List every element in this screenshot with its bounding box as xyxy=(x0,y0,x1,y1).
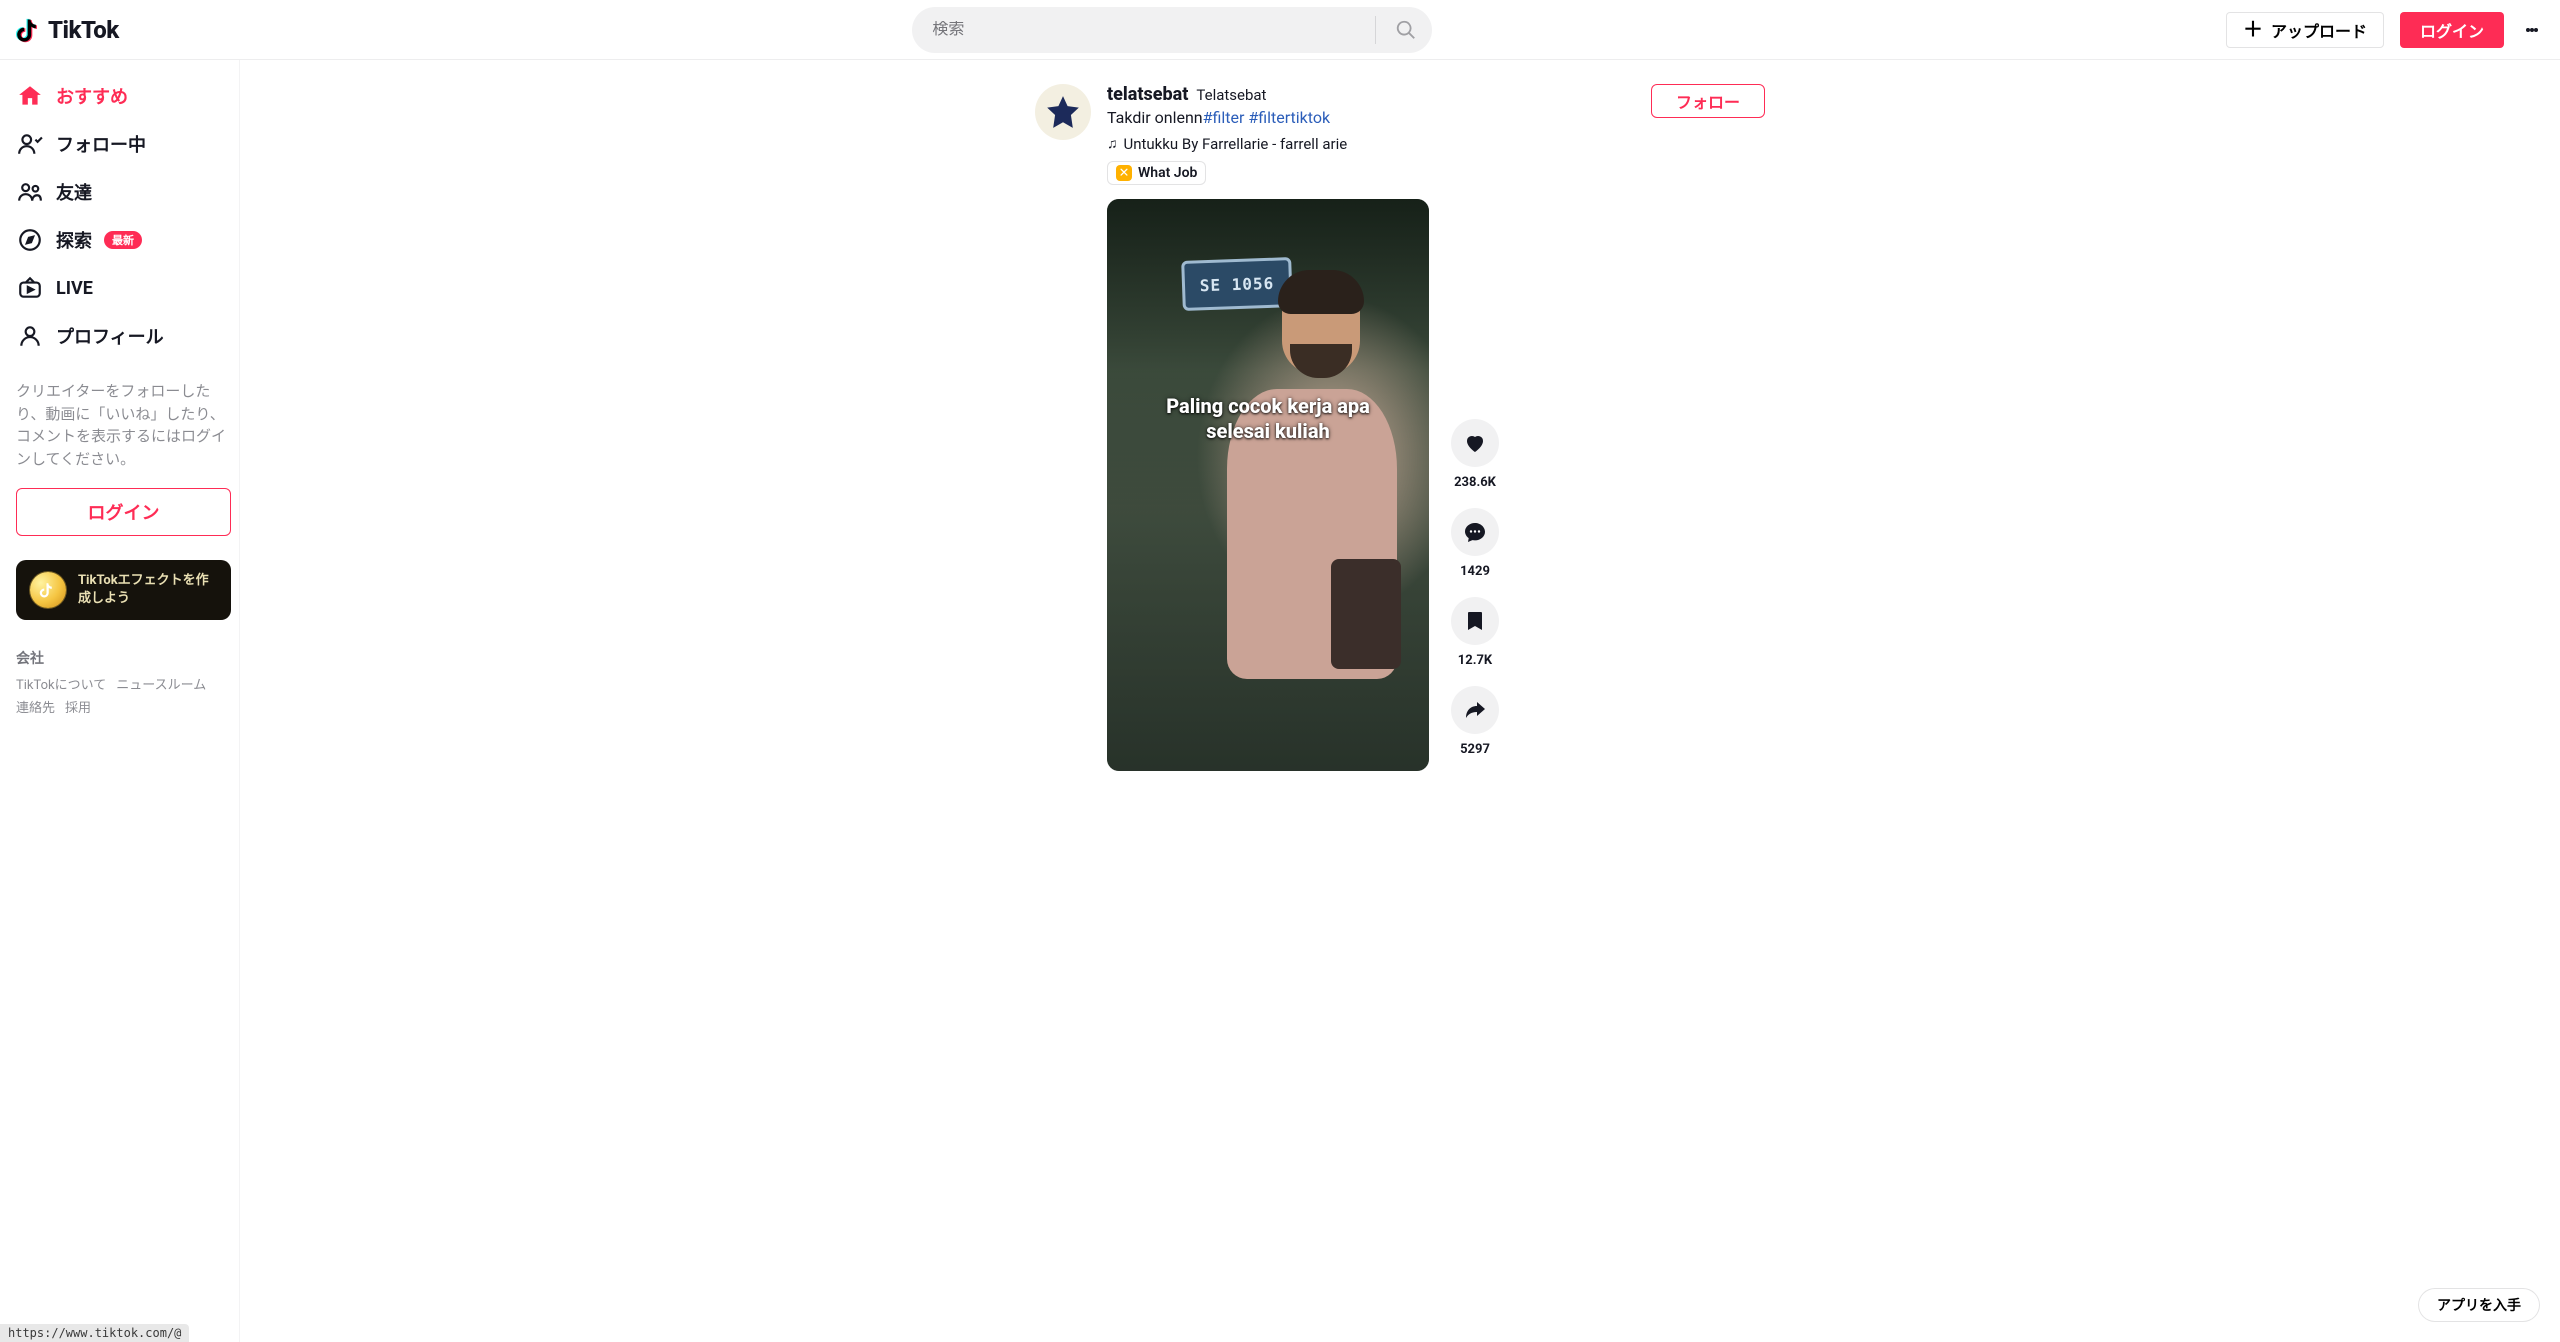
hashtag-link[interactable]: #filtertiktok xyxy=(1248,108,1330,127)
username[interactable]: telatsebat xyxy=(1107,84,1188,105)
compass-icon xyxy=(16,226,44,254)
video-overlay-text: Paling cocok kerja apa selesai kuliah xyxy=(1107,394,1429,444)
main-feed: telatsebat Telatsebat Takdir onlenn#filt… xyxy=(240,60,2560,811)
sidebar-item-following[interactable]: フォロー中 xyxy=(8,120,239,168)
sidebar-footer: 会社 TikTokについて ニュースルーム 連絡先 採用 xyxy=(16,648,231,716)
comment-count: 1429 xyxy=(1460,564,1490,579)
effect-house-icon xyxy=(30,572,66,608)
like-button[interactable] xyxy=(1451,419,1499,467)
browser-status-url: https://www.tiktok.com/@ xyxy=(0,1324,189,1342)
live-icon xyxy=(16,274,44,302)
share-count: 5297 xyxy=(1460,742,1490,757)
footer-link[interactable]: 採用 xyxy=(65,697,91,716)
share-button[interactable] xyxy=(1451,686,1499,734)
sidebar-item-label: LIVE xyxy=(56,278,93,299)
footer-link[interactable]: 連絡先 xyxy=(16,697,55,716)
person-head xyxy=(1282,274,1360,374)
star-icon xyxy=(1044,93,1082,131)
avatar[interactable] xyxy=(1035,84,1091,140)
sidebar-login-hint: クリエイターをフォローしたり、動画に「いいね」したり、コメントを表示するにはログ… xyxy=(16,380,231,470)
video-player[interactable]: SE 1056 Paling cocok kerja apa selesai k… xyxy=(1107,199,1429,771)
sidebar-item-label: プロフィール xyxy=(56,323,164,349)
footer-link[interactable]: ニュースルーム xyxy=(116,674,206,693)
sidebar-item-profile[interactable]: プロフィール xyxy=(8,312,239,360)
sidebar-item-label: 探索 xyxy=(56,227,92,253)
follow-button[interactable]: フォロー xyxy=(1651,84,1765,118)
sidebar-item-label: 友達 xyxy=(56,179,92,205)
login-button-header[interactable]: ログイン xyxy=(2400,12,2504,48)
share-icon xyxy=(1463,698,1487,722)
login-button-sidebar[interactable]: ログイン xyxy=(16,488,231,536)
following-icon xyxy=(16,130,44,158)
footer-section-title: 会社 xyxy=(16,648,231,668)
search-icon xyxy=(1395,19,1417,41)
video-post: telatsebat Telatsebat Takdir onlenn#filt… xyxy=(1035,84,1765,771)
bookmark-icon xyxy=(1463,609,1487,633)
post-meta: telatsebat Telatsebat Takdir onlenn#filt… xyxy=(1107,84,1635,185)
sidebar: おすすめ フォロー中 友達 探索 最新 LIVE xyxy=(0,60,240,1342)
effect-card-label: TikTokエフェクトを作成しよう xyxy=(78,572,217,608)
logo-text: TikTok xyxy=(48,16,119,44)
search-button[interactable] xyxy=(1380,7,1432,53)
logo[interactable]: TikTok xyxy=(16,16,119,44)
like-count: 238.6K xyxy=(1454,475,1496,490)
hashtag-link[interactable]: #filter xyxy=(1203,108,1245,127)
comment-button[interactable] xyxy=(1451,508,1499,556)
heart-icon xyxy=(1463,431,1487,455)
license-plate-prop: SE 1056 xyxy=(1181,257,1293,311)
display-name[interactable]: Telatsebat xyxy=(1196,86,1266,104)
post-header: telatsebat Telatsebat Takdir onlenn#filt… xyxy=(1035,84,1765,185)
comment-icon xyxy=(1463,520,1487,544)
header-actions: ＋ アップロード ログイン xyxy=(2226,12,2544,48)
video-row: SE 1056 Paling cocok kerja apa selesai k… xyxy=(1107,199,1765,771)
effect-chip-label: What Job xyxy=(1138,165,1197,181)
sidebar-item-label: おすすめ xyxy=(56,83,128,109)
sidebar-item-live[interactable]: LIVE xyxy=(8,264,239,312)
plus-icon: ＋ xyxy=(2243,20,2263,40)
tiktok-logo-icon xyxy=(16,16,44,44)
music-link[interactable]: ♫ Untukku By Farrellarie - farrell arie xyxy=(1107,135,1635,153)
caption-text: Takdir onlenn xyxy=(1107,108,1203,127)
upload-button[interactable]: ＋ アップロード xyxy=(2226,12,2384,48)
action-bar: 238.6K 1429 12.7K 5297 xyxy=(1451,419,1499,771)
friends-icon xyxy=(16,178,44,206)
search-box[interactable] xyxy=(912,7,1432,53)
new-badge: 最新 xyxy=(104,231,142,249)
home-icon xyxy=(16,82,44,110)
search-container xyxy=(912,7,1432,53)
sparkle-icon xyxy=(1116,165,1132,181)
sidebar-item-explore[interactable]: 探索 最新 xyxy=(8,216,239,264)
sidebar-item-label: フォロー中 xyxy=(56,131,146,157)
save-count: 12.7K xyxy=(1458,653,1492,668)
create-effect-card[interactable]: TikTokエフェクトを作成しよう xyxy=(16,560,231,620)
effect-chip[interactable]: What Job xyxy=(1107,161,1206,185)
save-button[interactable] xyxy=(1451,597,1499,645)
search-separator xyxy=(1375,16,1376,44)
header: TikTok ＋ アップロード ログイン xyxy=(0,0,2560,60)
footer-link[interactable]: TikTokについて xyxy=(16,674,106,693)
music-title: Untukku By Farrellarie - farrell arie xyxy=(1124,135,1348,153)
search-input[interactable] xyxy=(932,21,1367,39)
upload-label: アップロード xyxy=(2271,18,2367,42)
music-note-icon: ♫ xyxy=(1107,135,1118,152)
sidebar-item-foryou[interactable]: おすすめ xyxy=(8,72,239,120)
caption: Takdir onlenn#filter #filtertiktok xyxy=(1107,107,1635,129)
get-app-button[interactable]: アプリを入手 xyxy=(2418,1288,2540,1322)
profile-icon xyxy=(16,322,44,350)
sidebar-item-friends[interactable]: 友達 xyxy=(8,168,239,216)
more-menu-button[interactable] xyxy=(2520,12,2544,48)
kebab-dot-icon xyxy=(2534,28,2538,32)
page: おすすめ フォロー中 友達 探索 最新 LIVE xyxy=(0,0,2560,811)
